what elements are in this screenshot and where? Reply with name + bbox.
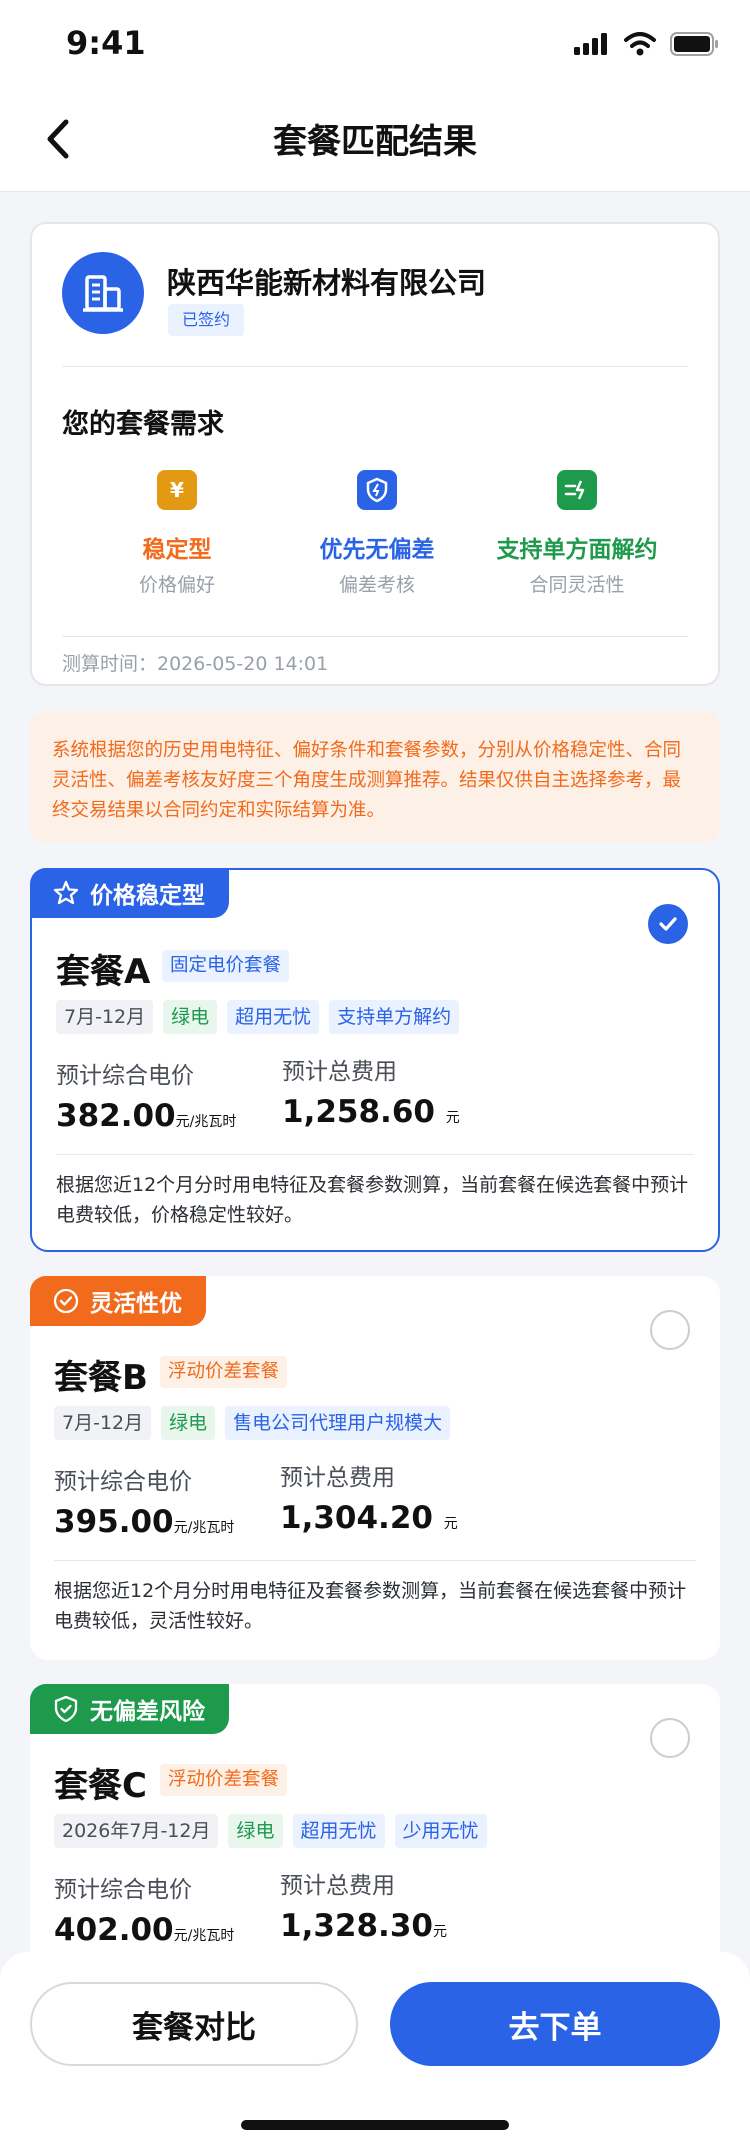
price-value: 402.00元/兆瓦时: [54, 1912, 235, 1948]
chip-tag: 超用无忧: [292, 1814, 385, 1848]
chip-green-power: 绿电: [161, 1406, 216, 1440]
status-time: 9:41: [66, 24, 146, 62]
price-label: 预计综合电价: [54, 1469, 192, 1495]
plan-radio[interactable]: [648, 904, 688, 944]
bottom-action-bar: 套餐对比 去下单: [0, 1952, 750, 2146]
plan-chips: 7月-12月 绿电 售电公司代理用户规模大: [54, 1406, 451, 1440]
status-icons: [574, 32, 720, 56]
nav-bar: 套餐匹配结果: [0, 88, 750, 192]
need-item-price: ¥ 稳定型 价格偏好: [62, 470, 292, 597]
divider: [62, 366, 688, 367]
plan-type-badge: 浮动价差套餐: [160, 1356, 288, 1388]
need-item-deviation: 优先无偏差 偏差考核: [262, 470, 492, 597]
chip-tag: 售电公司代理用户规模大: [225, 1406, 451, 1440]
shield-check-icon: [54, 1695, 78, 1723]
needs-title: 您的套餐需求: [62, 409, 224, 440]
home-indicator: [241, 2120, 509, 2130]
total-value: 1,304.20 元: [280, 1500, 458, 1536]
company-name: 陕西华能新材料有限公司: [167, 266, 487, 300]
page-title: 套餐匹配结果: [273, 122, 477, 162]
needs-row: ¥ 稳定型 价格偏好 优先无偏差 偏差考核 支持单方面解约 合同灵活性: [32, 470, 718, 600]
battery-icon: [670, 32, 718, 56]
plan-name: 套餐A: [56, 952, 151, 992]
compare-button[interactable]: 套餐对比: [30, 1982, 358, 2066]
total-label: 预计总费用: [282, 1059, 397, 1085]
plan-tag-label: 灵活性优: [90, 1291, 182, 1317]
chip-period: 7月-12月: [54, 1406, 152, 1440]
yen-icon: ¥: [157, 470, 197, 510]
need-item-flexibility: 支持单方面解约 合同灵活性: [462, 470, 692, 597]
plan-chips: 7月-12月 绿电 超用无忧 支持单方解约: [56, 1000, 460, 1034]
total-label: 预计总费用: [280, 1873, 395, 1899]
check-circle-icon: [53, 1288, 79, 1314]
need-sub: 偏差考核: [338, 574, 415, 596]
plan-type-badge: 浮动价差套餐: [160, 1764, 288, 1796]
need-title: 支持单方面解约: [496, 537, 658, 563]
price-value: 395.00元/兆瓦时: [54, 1504, 235, 1540]
check-icon: [659, 917, 677, 931]
chip-period: 2026年7月-12月: [54, 1814, 219, 1848]
plan-tag-label: 价格稳定型: [90, 883, 205, 909]
price-label: 预计综合电价: [54, 1877, 192, 1903]
plan-description: 根据您近12个月分时用电特征及套餐参数测算，当前套餐在候选套餐中预计电费较低，灵…: [54, 1580, 687, 1632]
divider: [62, 636, 688, 637]
plan-radio[interactable]: [650, 1718, 690, 1758]
star-icon: [53, 880, 79, 905]
plan-tag-label: 无偏差风险: [90, 1699, 205, 1725]
need-title: 稳定型: [142, 537, 212, 563]
wifi-icon: [624, 32, 656, 56]
need-sub: 价格偏好: [138, 574, 215, 596]
chip-tag: 超用无忧: [227, 1000, 320, 1034]
plan-tag: 无偏差风险: [30, 1684, 229, 1734]
price-label: 预计综合电价: [56, 1063, 194, 1089]
chip-tag: 少用无忧: [394, 1814, 487, 1848]
plan-chips: 2026年7月-12月 绿电 超用无忧 少用无忧: [54, 1814, 487, 1848]
plan-card-b[interactable]: 灵活性优 套餐B 浮动价差套餐 7月-12月 绿电 售电公司代理用户规模大 预计…: [30, 1276, 720, 1660]
plan-name: 套餐B: [54, 1358, 148, 1398]
chip-green-power: 绿电: [228, 1814, 283, 1848]
plan-radio[interactable]: [650, 1310, 690, 1350]
flex-icon: [557, 470, 597, 510]
order-button[interactable]: 去下单: [390, 1982, 720, 2066]
plan-description: 根据您近12个月分时用电特征及套餐参数测算，当前套餐在候选套餐中预计电费较低，价…: [56, 1174, 689, 1226]
need-sub: 合同灵活性: [529, 574, 625, 596]
divider: [54, 1560, 696, 1561]
chip-period: 7月-12月: [56, 1000, 154, 1034]
plan-card-a[interactable]: 价格稳定型 套餐A 固定电价套餐 7月-12月 绿电 超用无忧 支持单方解约 预…: [30, 868, 720, 1252]
total-value: 1,258.60 元: [282, 1094, 460, 1130]
status-badge: 已签约: [168, 304, 245, 336]
divider: [56, 1154, 694, 1155]
total-value: 1,328.30元: [280, 1908, 447, 1944]
chip-green-power: 绿电: [163, 1000, 218, 1034]
chip-tag: 支持单方解约: [329, 1000, 460, 1034]
company-card: 陕西华能新材料有限公司 已签约 您的套餐需求 ¥ 稳定型 价格偏好 优先无偏差 …: [30, 222, 720, 686]
plan-tag: 灵活性优: [30, 1276, 206, 1326]
notice-banner: 系统根据您的历史用电特征、偏好条件和套餐参数，分别从价格稳定性、合同灵活性、偏差…: [30, 712, 720, 842]
shield-icon: [357, 470, 397, 510]
plan-name: 套餐C: [54, 1766, 147, 1806]
plan-card-c[interactable]: 无偏差风险 套餐C 浮动价差套餐 2026年7月-12月 绿电 超用无忧 少用无…: [30, 1684, 720, 1984]
signal-icon: [574, 33, 607, 55]
calc-time: 测算时间：2026-05-20 14:01: [62, 653, 329, 675]
building-icon: [62, 252, 144, 334]
plan-type-badge: 固定电价套餐: [162, 950, 290, 982]
status-bar: 9:41: [0, 0, 750, 88]
price-value: 382.00元/兆瓦时: [56, 1098, 237, 1134]
plan-tag: 价格稳定型: [30, 868, 229, 918]
total-label: 预计总费用: [280, 1465, 395, 1491]
need-title: 优先无偏差: [319, 537, 435, 563]
